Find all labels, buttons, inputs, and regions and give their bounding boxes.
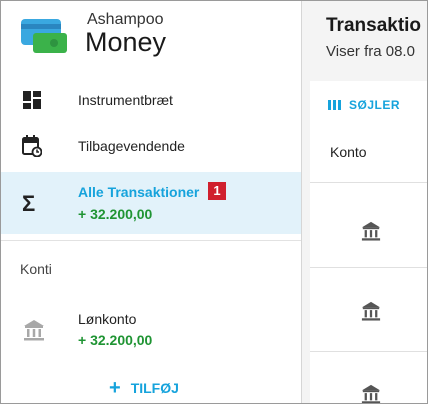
add-account-button[interactable]: + TILFØJ	[109, 378, 179, 398]
page-title: Transaktio	[326, 15, 422, 36]
bank-icon	[24, 320, 44, 341]
accounts-section-title: Konti	[20, 261, 52, 277]
row-divider	[310, 267, 427, 268]
nav-item-all-transactions[interactable]: Σ Alle Transaktioner 1 + 32.200,00	[1, 172, 301, 234]
column-header-konto[interactable]: Konto	[330, 144, 367, 160]
main-panel: Transaktio Viser fra 08.0 SØJLER Konto	[302, 1, 427, 403]
account-item-loenkonto[interactable]: Lønkonto + 32.200,00	[1, 301, 301, 361]
account-amount: + 32.200,00	[78, 332, 153, 348]
dashboard-icon	[21, 89, 43, 111]
nav-item-dashboard[interactable]: Instrumentbræt	[1, 85, 301, 115]
all-transactions-label: Alle Transaktioner	[78, 184, 200, 200]
sidebar: Ashampoo Money Instrumentbræt Tilbageven…	[1, 1, 301, 403]
brand-product: Money	[85, 27, 167, 57]
sigma-icon: Σ	[22, 191, 36, 216]
columns-label: SØJLER	[349, 98, 401, 112]
bank-icon	[361, 384, 381, 403]
nav-item-recurring[interactable]: Tilbagevendende	[1, 131, 301, 161]
page-subtitle: Viser fra 08.0	[326, 43, 415, 60]
row-divider	[310, 182, 427, 183]
columns-button[interactable]: SØJLER	[328, 98, 400, 112]
all-transactions-amount: + 32.200,00	[78, 206, 153, 222]
row-divider	[310, 351, 427, 352]
add-account-label: TILFØJ	[130, 380, 179, 396]
bank-icon	[361, 221, 381, 241]
nav-label: Tilbagevendende	[78, 138, 185, 154]
step-badge: 1	[208, 182, 226, 200]
bank-icon	[361, 301, 381, 321]
nav-label: Instrumentbræt	[78, 92, 173, 108]
columns-icon	[328, 100, 341, 110]
app-window: Ashampoo Money Instrumentbræt Tilbageven…	[0, 0, 428, 404]
plus-icon: +	[109, 377, 121, 399]
calendar-recurring-icon	[21, 135, 43, 157]
money-logo-icon	[21, 19, 67, 53]
brand: Ashampoo Money	[21, 9, 281, 65]
divider	[1, 240, 301, 241]
account-name: Lønkonto	[78, 311, 137, 327]
transactions-table: SØJLER Konto	[310, 81, 427, 403]
